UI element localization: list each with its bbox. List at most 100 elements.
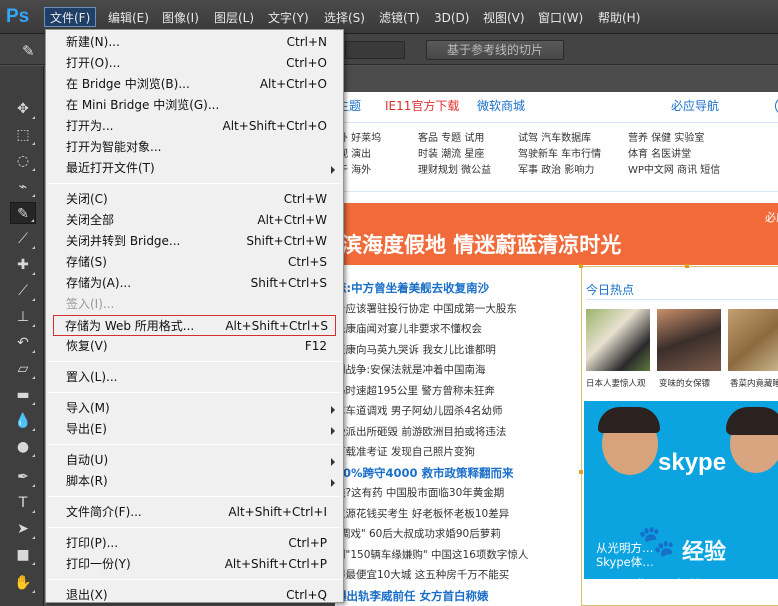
divider	[586, 299, 778, 300]
dodge-tool-icon[interactable]: ●	[10, 436, 36, 458]
file-menu-item[interactable]: 打开为智能对象...	[47, 137, 342, 158]
file-menu-item[interactable]: 关闭全部 Alt+Ctrl+W	[47, 210, 342, 231]
brush-tool-icon[interactable]: ⟋	[10, 280, 36, 302]
lasso-tool-icon[interactable]: ◌	[10, 150, 36, 172]
toolbox: ✥ ⬚ ◌ ⌁ ✎ ⟋ ✚ ⟋ ⊥ ↶ ▱ ▬ 💧 ● ✒ T ➤ ■ ✋	[0, 66, 44, 606]
file-menu-item[interactable]: 打开为... Alt+Shift+Ctrl+O	[47, 116, 342, 137]
file-menu-item[interactable]: 脚本(R)	[47, 471, 342, 492]
category-column: 试驾 汽车数据库 驾驶新车 车市行情 军事 政治 影响力	[518, 133, 602, 176]
eraser-tool-icon[interactable]: ▱	[10, 358, 36, 380]
selection-handle[interactable]	[579, 264, 583, 268]
news-item[interactable]: 到"150辆车缘嫌购" 中国这16项数字惊人	[335, 545, 531, 566]
news-item[interactable]: 恋:中方曾坐着美舰去收复南沙	[335, 278, 531, 299]
menu-8[interactable]: 视图(V)	[478, 8, 530, 28]
slices-from-guides-button[interactable]: 基于参考线的切片	[426, 40, 564, 60]
menu-9[interactable]: 窗口(W)	[533, 8, 588, 28]
menu-item-label: 自动(U)	[66, 453, 109, 467]
news-item[interactable]: 至康向马英九哭诉 我女儿比谁都明	[335, 340, 531, 361]
news-item[interactable]: 马时速超195公里 警方曾称未狂奔	[335, 381, 531, 402]
menu-separator	[48, 392, 341, 393]
file-menu-dropdown: 新建(N)... Ctrl+N 打开(O)... Ctrl+O 在 Bridge 中浏览…	[45, 29, 344, 603]
news-item[interactable]: 到战争:安保法就是冲着中国南海	[335, 360, 531, 381]
move-tool-icon[interactable]: ✥	[10, 98, 36, 120]
eyedropper-tool-icon[interactable]: ⟋	[10, 228, 36, 250]
news-item[interactable]: 10%跨守4000 救市政策释翻而来	[335, 463, 531, 484]
bing-logo: 必应	[765, 211, 778, 224]
pen-tool-icon[interactable]: ✒	[10, 466, 36, 488]
file-menu-item[interactable]: 文件简介(F)... Alt+Shift+Ctrl+I	[47, 502, 342, 523]
news-item[interactable]: 乐康庙闻对宴儿非要求不懂权会	[335, 319, 531, 340]
hot-image-2	[657, 309, 721, 371]
news-item[interactable]: 得最便宜10大城 这五种房千万不能买	[335, 565, 531, 586]
file-menu-item[interactable]: 存储为(A)... Shift+Ctrl+S	[47, 273, 342, 294]
file-menu-item[interactable]: 打印一份(Y) Alt+Shift+Ctrl+P	[47, 554, 342, 575]
file-menu-item[interactable]: 在 Mini Bridge 中浏览(G)...	[47, 95, 342, 116]
selection-handle[interactable]	[685, 264, 689, 268]
file-menu-item[interactable]: 在 Bridge 中浏览(B)... Alt+Ctrl+O	[47, 74, 342, 95]
clone-stamp-tool-icon[interactable]: ⊥	[10, 306, 36, 328]
menu-item-shortcut: Ctrl+P	[288, 536, 327, 550]
healing-brush-tool-icon[interactable]: ✚	[10, 254, 36, 276]
file-menu-item[interactable]: 存储(S) Ctrl+S	[47, 252, 342, 273]
path-selection-tool-icon[interactable]: ➤	[10, 518, 36, 540]
menu-item-shortcut: Alt+Ctrl+O	[259, 77, 327, 91]
watermark-text: 经验	[682, 540, 727, 565]
menu-item-label: 关闭(C)	[66, 192, 108, 206]
news-item[interactable]: 生源花钱买考生 好老板怀老板10差异	[335, 504, 531, 525]
hot-image-3	[728, 309, 778, 371]
news-item[interactable]: 下载准考证 发现自己照片变狗	[335, 442, 531, 463]
quick-selection-tool-icon[interactable]: ⌁	[10, 176, 36, 198]
tool-preset-icon[interactable]: ✎	[22, 42, 35, 60]
marquee-tool-icon[interactable]: ⬚	[10, 124, 36, 146]
news-item[interactable]: 台应该署驻投行协定 中国成第一大股东	[335, 299, 531, 320]
menu-item-label: 关闭全部	[66, 213, 115, 227]
menu-item-shortcut: Ctrl+W	[283, 192, 327, 206]
news-item[interactable]: 受派出所砸毁 前游欧洲目拍或将违法	[335, 422, 531, 443]
menu-1[interactable]: 编辑(E)	[103, 8, 154, 28]
nav-link-store: 微软商城	[477, 99, 526, 113]
file-menu-item[interactable]: 自动(U)	[47, 450, 342, 471]
menu-separator	[48, 444, 341, 445]
selection-handle[interactable]	[579, 470, 583, 474]
file-menu-item[interactable]: 关闭(C) Ctrl+W	[47, 189, 342, 210]
file-menu-item[interactable]: 打开(O)... Ctrl+O	[47, 53, 342, 74]
file-menu-item[interactable]: 退出(X) Ctrl+Q	[47, 585, 342, 606]
news-item[interactable]: 爆出轨李威前任 女方首白称婊	[335, 586, 531, 606]
menu-7[interactable]: 3D(D)	[429, 8, 474, 28]
gradient-tool-icon[interactable]: ▬	[10, 384, 36, 406]
file-menu-item[interactable]: 恢复(V) F12	[47, 336, 342, 357]
menu-separator	[48, 527, 341, 528]
file-menu-item[interactable]: 新建(N)... Ctrl+N	[47, 32, 342, 53]
type-tool-icon[interactable]: T	[10, 492, 36, 514]
hand-tool-icon[interactable]: ✋	[10, 572, 36, 594]
slice-tool-icon[interactable]: ✎	[10, 202, 36, 224]
file-menu-item[interactable]: 导出(E)	[47, 419, 342, 440]
history-brush-tool-icon[interactable]: ↶	[10, 332, 36, 354]
news-item[interactable]: 车车道调戏 男子阿幼儿园杀4名幼师	[335, 401, 531, 422]
menu-2[interactable]: 图像(I)	[157, 8, 204, 28]
menu-item-label: 存储(S)	[66, 255, 107, 269]
menu-item-shortcut: Alt+Shift+Ctrl+S	[225, 319, 328, 333]
news-item[interactable]: "调戏" 60后大叔成功求婚90后萝莉	[335, 524, 531, 545]
blur-tool-icon[interactable]: 💧	[10, 410, 36, 432]
news-item[interactable]: 钱?这有药 中国股市面临30年黄金期	[335, 483, 531, 504]
file-menu-item[interactable]: 置入(L)...	[47, 367, 342, 388]
submenu-arrow-icon	[331, 166, 335, 174]
menu-10[interactable]: 帮助(H)	[593, 8, 645, 28]
category-column: 卦 好莱坞视 演出于 海外	[338, 133, 382, 176]
style-field[interactable]	[345, 41, 405, 59]
menu-6[interactable]: 滤镜(T)	[374, 8, 425, 28]
menu-3[interactable]: 图层(L)	[209, 8, 259, 28]
menu-5[interactable]: 选择(S)	[319, 8, 370, 28]
file-menu-item[interactable]: 最近打开文件(T)	[47, 158, 342, 179]
menu-0[interactable]: 文件(F)	[44, 7, 97, 27]
nav-link-ie11: IE11官方下载	[385, 99, 460, 113]
file-menu-item[interactable]: 打印(P)... Ctrl+P	[47, 533, 342, 554]
file-menu-item[interactable]: 关闭并转到 Bridge... Shift+Ctrl+W	[47, 231, 342, 252]
skype-logo: skype	[658, 449, 727, 476]
file-menu-item[interactable]: 导入(M)	[47, 398, 342, 419]
menu-4[interactable]: 文字(Y)	[263, 8, 314, 28]
file-menu-item[interactable]: 存储为 Web 所用格式... Alt+Shift+Ctrl+S	[53, 315, 336, 336]
menu-item-label: 退出(X)	[66, 588, 108, 602]
rectangle-tool-icon[interactable]: ■	[10, 544, 36, 566]
